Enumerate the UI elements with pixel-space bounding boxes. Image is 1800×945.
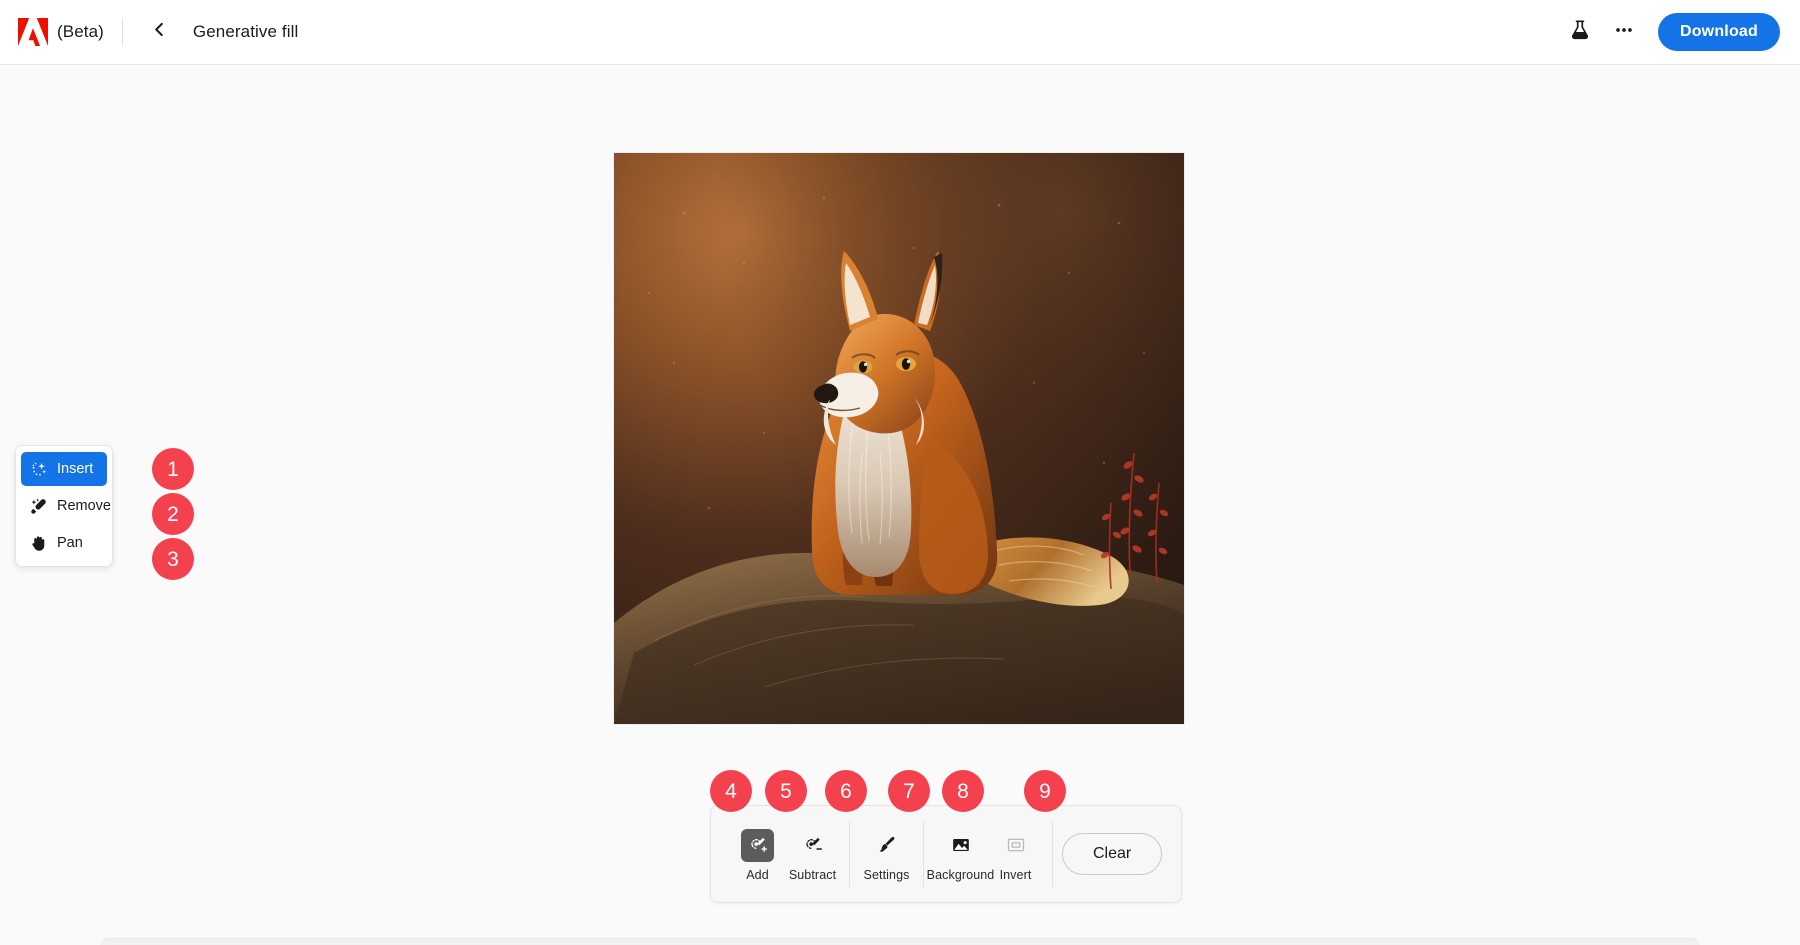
header-actions: Download	[1560, 12, 1780, 52]
tool-pan-label: Pan	[57, 535, 83, 551]
tool-panel: Insert Remove Pan	[15, 445, 113, 567]
hand-icon	[29, 534, 47, 552]
toolbar-group-mask: Background Invert	[924, 806, 1052, 902]
adobe-logo-icon	[18, 18, 48, 46]
toolbar-background-label: Background	[926, 867, 995, 882]
toolbar-group-selection: Add Subtract	[721, 806, 849, 902]
back-button[interactable]	[145, 17, 175, 47]
callout-badge-6: 6	[825, 770, 867, 812]
beta-label: (Beta)	[57, 22, 104, 41]
callout-badge-7: 7	[888, 770, 930, 812]
tool-insert-label: Insert	[57, 461, 94, 477]
bottom-sheet-edge	[100, 938, 1700, 945]
download-button[interactable]: Download	[1657, 13, 1780, 51]
toolbar-add[interactable]: Add	[730, 827, 785, 882]
toolbar-subtract-label: Subtract	[788, 867, 837, 882]
tool-insert[interactable]: Insert	[21, 452, 107, 486]
chevron-left-icon	[152, 22, 167, 42]
toolbar-background[interactable]: Background	[927, 827, 994, 882]
toolbar-group-clear: Clear	[1053, 806, 1171, 902]
toolbar-invert[interactable]: Invert	[988, 827, 1043, 882]
toolbar-settings[interactable]: Settings	[859, 827, 914, 882]
callout-badge-1: 1	[152, 448, 194, 490]
toolbar-add-label: Add	[746, 867, 769, 882]
toolbar-invert-label: Invert	[999, 867, 1032, 882]
paintbrush-icon	[870, 829, 903, 862]
clear-button[interactable]: Clear	[1062, 833, 1163, 875]
callout-badge-9: 9	[1024, 770, 1066, 812]
callout-badge-8: 8	[942, 770, 984, 812]
image-mountain-icon	[944, 829, 977, 862]
tool-remove[interactable]: Remove	[21, 489, 111, 523]
toolbar-settings-label: Settings	[863, 867, 910, 882]
toolbar-subtract[interactable]: Subtract	[785, 827, 840, 882]
callout-badge-2: 2	[152, 493, 194, 535]
flask-button[interactable]	[1560, 12, 1600, 52]
generative-fill-app: (Beta) Generative fill Download Insert R…	[0, 0, 1800, 945]
healing-brush-icon	[29, 497, 47, 515]
more-horizontal-icon	[1613, 19, 1635, 46]
tool-remove-label: Remove	[57, 498, 111, 514]
flask-icon	[1569, 19, 1591, 46]
selection-brush-plus-icon	[741, 828, 774, 862]
brand-group: (Beta)	[18, 18, 104, 46]
page-title: Generative fill	[192, 22, 299, 41]
tool-pan[interactable]: Pan	[21, 526, 107, 560]
app-header: (Beta) Generative fill Download	[0, 0, 1800, 65]
canvas-area: Insert Remove Pan Add Subtract Settings …	[0, 65, 1800, 945]
sparkle-circle-icon	[29, 460, 47, 478]
invert-selection-icon	[999, 829, 1032, 862]
header-divider	[121, 18, 123, 46]
more-options-button[interactable]	[1604, 12, 1644, 52]
selection-toolbar: Add Subtract Settings Background Invert …	[710, 805, 1183, 903]
artwork-image[interactable]	[614, 153, 1184, 724]
toolbar-group-settings: Settings	[850, 806, 923, 902]
callout-badge-5: 5	[765, 770, 807, 812]
callout-badge-4: 4	[710, 770, 752, 812]
callout-badge-3: 3	[152, 538, 194, 580]
selection-brush-minus-icon	[796, 829, 829, 862]
